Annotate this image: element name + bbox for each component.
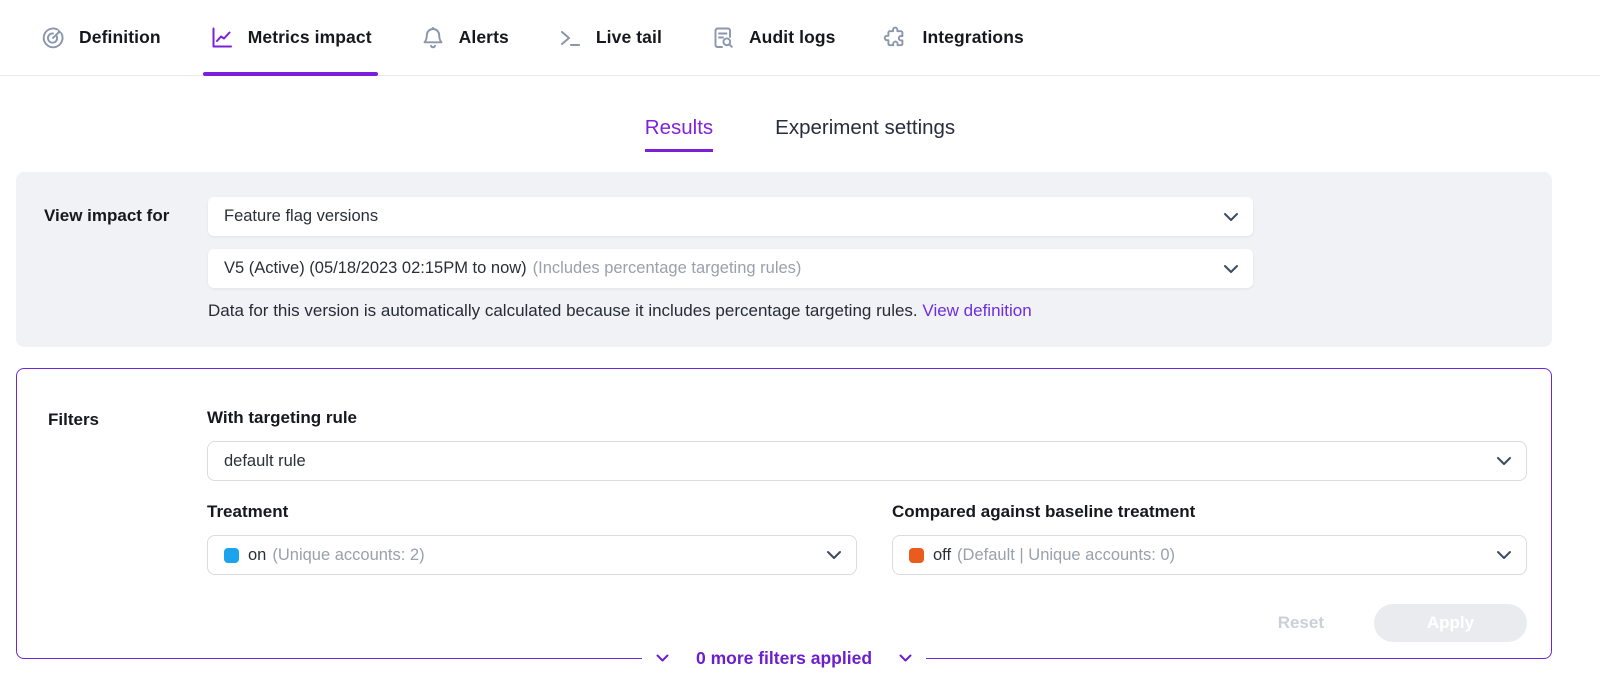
chevron-down-icon — [656, 654, 669, 662]
chevron-down-icon — [1223, 264, 1239, 274]
select-value: off — [933, 546, 951, 565]
tab-definition[interactable]: Definition — [38, 0, 163, 75]
more-filters-label: 0 more filters applied — [696, 648, 872, 669]
select-value-muted: (Default | Unique accounts: 0) — [957, 546, 1175, 565]
baseline-treatment-select[interactable]: off (Default | Unique accounts: 0) — [892, 535, 1527, 575]
version-note: Data for this version is automatically c… — [208, 301, 1253, 321]
chevron-down-icon — [1496, 550, 1512, 560]
tab-integrations[interactable]: Integrations — [881, 0, 1025, 75]
document-search-icon — [710, 25, 736, 51]
targeting-rule-select[interactable]: default rule — [207, 441, 1527, 481]
filters-panel: Filters With targeting rule default rule… — [16, 368, 1552, 659]
view-definition-link[interactable]: View definition — [922, 301, 1031, 320]
version-select[interactable]: V5 (Active) (05/18/2023 02:15PM to now) … — [208, 249, 1253, 288]
tab-live-tail[interactable]: Live tail — [555, 0, 664, 75]
treatment-select[interactable]: on (Unique accounts: 2) — [207, 535, 857, 575]
subtab-results[interactable]: Results — [645, 116, 713, 152]
view-impact-label: View impact for — [44, 197, 208, 321]
tab-label: Audit logs — [749, 27, 836, 48]
bell-icon — [420, 25, 446, 51]
impact-type-select[interactable]: Feature flag versions — [208, 197, 1253, 236]
filters-label: Filters — [48, 408, 207, 658]
treatment-label: Treatment — [207, 502, 857, 522]
top-tab-bar: Definition Metrics impact Alerts — [0, 0, 1600, 76]
tab-metrics-impact[interactable]: Metrics impact — [207, 0, 374, 75]
select-value: Feature flag versions — [224, 207, 378, 226]
subtab-experiment-settings[interactable]: Experiment settings — [775, 116, 955, 149]
sub-tab-bar: Results Experiment settings — [0, 76, 1600, 172]
targeting-rule-label: With targeting rule — [207, 408, 1527, 428]
tab-label: Metrics impact — [248, 27, 372, 48]
select-value: on — [248, 546, 266, 565]
chevron-down-icon — [1496, 456, 1512, 466]
terminal-icon — [557, 25, 583, 51]
select-value-muted: (Unique accounts: 2) — [272, 546, 424, 565]
tab-label: Integrations — [922, 27, 1023, 48]
tab-label: Alerts — [459, 27, 509, 48]
tab-label: Definition — [79, 27, 161, 48]
tab-alerts[interactable]: Alerts — [418, 0, 511, 75]
chevron-down-icon — [1223, 212, 1239, 222]
treatment-color-swatch — [224, 548, 239, 563]
puzzle-icon — [883, 25, 909, 51]
baseline-treatment-label: Compared against baseline treatment — [892, 502, 1527, 522]
target-dart-icon — [40, 25, 66, 51]
more-filters-toggle[interactable]: 0 more filters applied — [642, 643, 926, 673]
select-value: V5 (Active) (05/18/2023 02:15PM to now) — [224, 259, 527, 278]
select-value-muted: (Includes percentage targeting rules) — [533, 259, 802, 278]
version-note-text: Data for this version is automatically c… — [208, 301, 918, 320]
view-impact-panel: View impact for Feature flag versions V5… — [16, 172, 1552, 347]
chevron-down-icon — [899, 654, 912, 662]
select-value: default rule — [224, 452, 306, 471]
reset-button[interactable]: Reset — [1278, 613, 1324, 633]
chart-line-icon — [209, 25, 235, 51]
chevron-down-icon — [826, 550, 842, 560]
apply-button[interactable]: Apply — [1374, 604, 1527, 642]
tab-audit-logs[interactable]: Audit logs — [708, 0, 838, 75]
baseline-color-swatch — [909, 548, 924, 563]
tab-label: Live tail — [596, 27, 662, 48]
